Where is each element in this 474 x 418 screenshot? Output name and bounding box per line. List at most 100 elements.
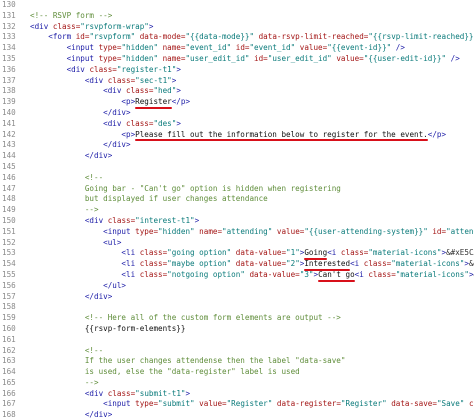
code-line[interactable]: 130 [0,0,474,11]
token: <input [30,53,99,63]
code-line[interactable]: 141 <div class="des"> [0,119,474,130]
code-line[interactable]: 132 <div class="rsvpform-wrap"> [0,22,474,33]
code-line[interactable]: 158 [0,302,474,313]
line-number: 134 [2,43,16,53]
token: "3" [299,269,314,279]
code-line[interactable]: 138 <div class="hed"> [0,86,474,97]
code-line[interactable]: 137 <div class="sec-t1"> [0,76,474,87]
token: > [185,388,191,398]
token: </div> [30,107,131,117]
code-line[interactable]: 151 <input type="hidden" name="attending… [0,227,474,238]
code-line[interactable]: 165 --> [0,378,474,389]
line-number: 155 [2,269,16,279]
code-text: <!-- RSVP form --> [30,11,474,22]
code-line[interactable]: 144 </div> [0,151,474,162]
token: "interest-t1" [135,215,195,225]
token: "des" [153,118,177,128]
line-number: 148 [2,194,16,204]
line-number: 143 [2,140,16,150]
line-number: 132 [2,21,16,31]
token: If the user changes attendense then the … [30,356,346,366]
token: data-mode= [139,32,186,42]
token: /> [395,43,405,53]
token: <p> [30,97,136,107]
code-line[interactable]: 148 but displayed if user changes attend… [0,194,474,205]
token: "hidden" [121,53,163,63]
token: </p> [427,129,447,139]
code-line[interactable]: 133 <form id="rsvpform" data-mode="{{dat… [0,32,474,43]
line-number: 158 [2,302,16,312]
code-text: but displayed if user changes attendance [30,194,474,205]
code-line[interactable]: 168 </div> [0,410,474,418]
token: but displayed if user changes attendance [30,194,268,204]
code-line[interactable]: 149 --> [0,205,474,216]
code-line[interactable]: 136 <div class="register-t1"> [0,65,474,76]
code-line[interactable]: 164 is used, else the "data-register" la… [0,367,474,378]
token: > [176,64,181,74]
token: "attending" [446,226,474,236]
line-number: 150 [2,215,16,225]
token: "{{data-mode}}" [185,32,259,42]
code-line[interactable]: 167 <input type="submit" value="Register… [0,399,474,410]
code-text: <form id="rsvpform" data-mode="{{data-mo… [30,32,474,43]
code-line[interactable]: 143 </div> [0,140,474,151]
token: <input [30,43,99,53]
line-number: 138 [2,86,16,96]
code-line[interactable]: 155 <li class="notgoing option" data-val… [0,270,474,281]
code-text: <div class="register-t1"> [30,65,474,76]
token: is used, else the "data-register" label … [30,367,300,377]
token: class= [340,248,369,258]
code-line[interactable]: 154 <li class="maybe option" data-value=… [0,259,474,270]
code-line[interactable]: 162 <!-- [0,346,474,357]
code-line[interactable]: 135 <input type="hidden" name="user_edit… [0,54,474,65]
code-editor[interactable]: 130 131 <!-- RSVP form --> 132 <div class="r… [0,0,474,418]
code-line[interactable]: 150 <div class="interest-t1"> [0,216,474,227]
line-number: 131 [2,10,16,20]
token: "material-icons" [391,259,465,269]
code-line[interactable]: 140 </div> [0,108,474,119]
token: <i [327,248,341,258]
code-line[interactable]: 131 <!-- RSVP form --> [0,11,474,22]
token: id= [75,32,90,42]
code-line[interactable]: 145 [0,162,474,173]
code-line[interactable]: 139 <p>Register</p> [0,97,474,108]
code-text: </div> [30,151,474,162]
code-line[interactable]: 153 <li class="going option" data-value=… [0,248,474,259]
code-line[interactable]: 146 <!-- [0,173,474,184]
code-text: <div class="sec-t1"> [30,76,474,87]
code-line[interactable]: 152 <ul> [0,238,474,249]
code-text: <!-- [30,173,474,184]
token: > [148,21,154,31]
code-line[interactable]: 166 <div class="submit-t1"> [0,389,474,400]
code-line[interactable]: 147 Going bar - "Can't go" option is hid… [0,184,474,195]
code-text: <!-- [30,346,474,357]
token: Please fill out the information below to… [135,129,428,139]
code-line[interactable]: 159 <!-- Here all of the custom form ele… [0,313,474,324]
code-line[interactable]: 163 If the user changes attendense then … [0,356,474,367]
token: data-rsvp-limit-reached= [258,32,369,42]
token: class= [468,399,474,409]
code-line[interactable]: 156 </ul> [0,281,474,292]
code-line[interactable]: 157 </div> [0,292,474,303]
line-number: 145 [2,161,16,171]
token: data-register= [276,399,341,409]
token: "user_edit_id" [267,53,337,63]
token: <div [30,118,127,128]
token: <i [354,269,369,279]
line-number: 146 [2,172,16,182]
token: class= [107,388,136,398]
line-number: 156 [2,280,16,290]
line-number: 164 [2,367,16,377]
code-text: <div class="rsvpform-wrap"> [30,22,474,33]
token: /> [450,53,460,63]
line-number: 130 [2,0,16,9]
code-line[interactable]: 134 <input type="hidden" name="event_id"… [0,43,474,54]
code-line[interactable]: 160 {{rsvp-form-elements}} [0,324,474,335]
code-text: --> [30,205,474,216]
token: "going option" [167,248,236,258]
token: <p> [30,129,136,139]
code-line[interactable]: 161 [0,335,474,346]
code-text: <input type="hidden" name="user_edit_id"… [30,54,474,65]
